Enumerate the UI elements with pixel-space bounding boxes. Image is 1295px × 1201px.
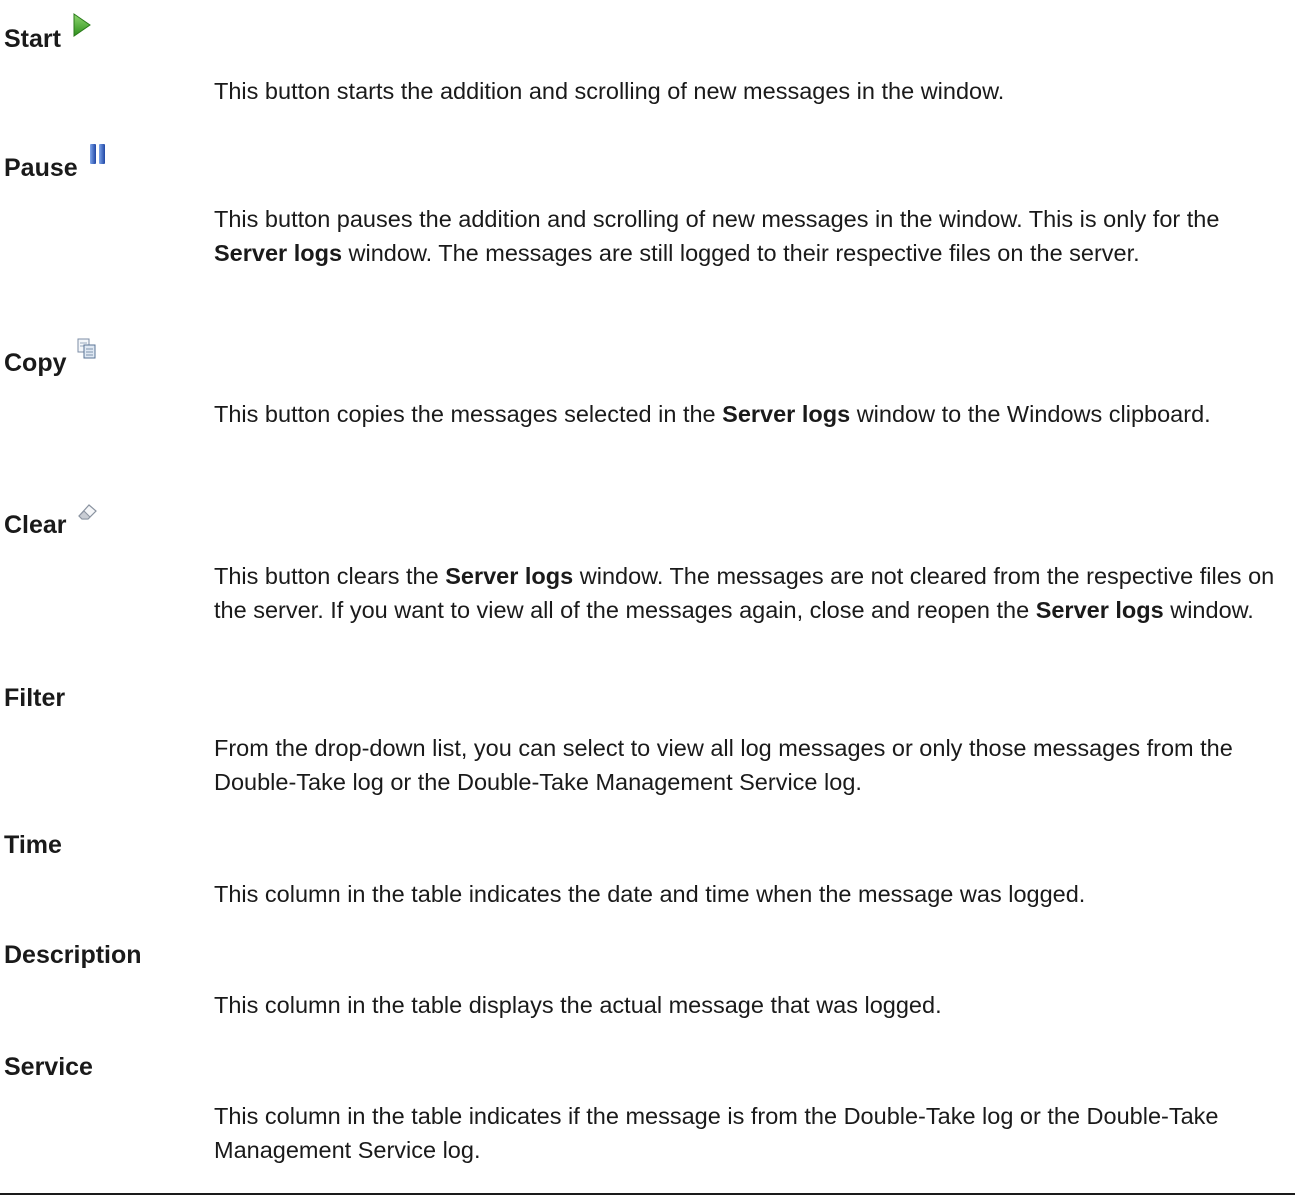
description-description: This column in the table displays the ac… bbox=[214, 992, 942, 1018]
description-title: Description bbox=[4, 941, 142, 969]
time-title: Time bbox=[4, 831, 62, 859]
pause-icon bbox=[86, 141, 110, 167]
clear-title: Clear bbox=[4, 511, 67, 539]
service-title: Service bbox=[4, 1053, 93, 1081]
play-icon bbox=[69, 12, 93, 38]
time-description: This column in the table indicates the d… bbox=[214, 881, 1086, 907]
help-page: Start This button starts the addition an… bbox=[0, 0, 1295, 1201]
filter-title: Filter bbox=[4, 684, 66, 712]
description-heading: Description bbox=[4, 940, 142, 970]
copy-description: This button copies the messages selected… bbox=[214, 401, 1211, 427]
time-heading: Time bbox=[4, 830, 62, 860]
pause-heading: Pause bbox=[4, 144, 110, 183]
start-description: This button starts the addition and scro… bbox=[214, 78, 1005, 104]
copy-title: Copy bbox=[4, 349, 67, 377]
pause-title: Pause bbox=[4, 154, 78, 182]
clear-description: This button clears the Server logs windo… bbox=[214, 563, 1275, 623]
filter-heading: Filter bbox=[4, 683, 65, 713]
eraser-icon bbox=[75, 498, 99, 524]
footer-divider bbox=[0, 1193, 1295, 1195]
copy-heading: Copy bbox=[4, 338, 99, 378]
clear-heading: Clear bbox=[4, 504, 99, 540]
start-title: Start bbox=[4, 25, 61, 53]
service-description: This column in the table indicates if th… bbox=[214, 1103, 1219, 1163]
copy-icon bbox=[75, 336, 99, 362]
start-heading: Start bbox=[4, 13, 93, 54]
service-heading: Service bbox=[4, 1052, 93, 1082]
filter-description: From the drop-down list, you can select … bbox=[214, 735, 1233, 795]
pause-description: This button pauses the addition and scro… bbox=[214, 206, 1220, 266]
